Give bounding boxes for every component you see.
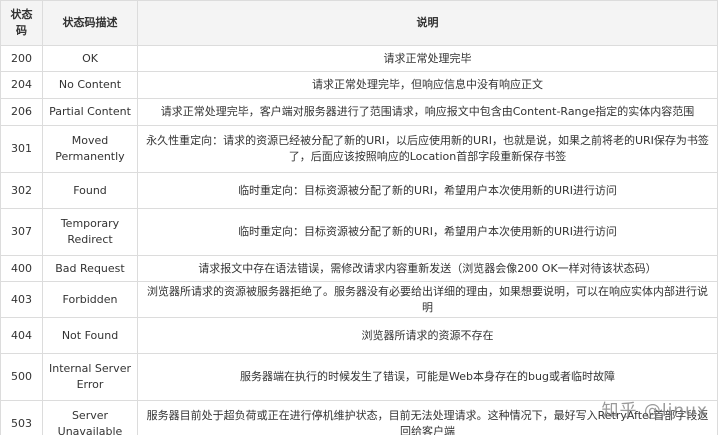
table-row: 400 Bad Request 请求报文中存在语法错误，需修改请求内容重新发送（… (0, 255, 718, 282)
header-description: 状态码描述 (42, 0, 138, 46)
cell-code: 206 (0, 98, 43, 126)
cell-code: 500 (0, 353, 43, 401)
status-code-table: 状态码 状态码描述 说明 200 OK 请求正常处理完毕 204 No Cont… (0, 0, 718, 435)
cell-explanation: 临时重定向：目标资源被分配了新的URI，希望用户本次使用新的URI进行访问 (137, 208, 718, 256)
cell-description: Bad Request (42, 255, 138, 282)
cell-code: 302 (0, 172, 43, 209)
cell-description: Not Found (42, 317, 138, 354)
page: 状态码 状态码描述 说明 200 OK 请求正常处理完毕 204 No Cont… (0, 0, 720, 435)
table-row: 301 Moved Permanently 永久性重定向：请求的资源已经被分配了… (0, 125, 718, 173)
cell-code: 400 (0, 255, 43, 282)
cell-code: 307 (0, 208, 43, 256)
header-explanation: 说明 (137, 0, 718, 46)
cell-explanation: 服务器目前处于超负荷或正在进行停机维护状态，目前无法处理请求。这种情况下，最好写… (137, 400, 718, 435)
cell-description: Found (42, 172, 138, 209)
cell-explanation: 请求报文中存在语法错误，需修改请求内容重新发送（浏览器会像200 OK一样对待该… (137, 255, 718, 282)
cell-description: Forbidden (42, 281, 138, 318)
cell-explanation: 永久性重定向：请求的资源已经被分配了新的URI，以后应使用新的URI，也就是说，… (137, 125, 718, 173)
cell-description: OK (42, 45, 138, 72)
cell-description: No Content (42, 71, 138, 99)
cell-code: 200 (0, 45, 43, 72)
cell-code: 503 (0, 400, 43, 435)
cell-explanation: 临时重定向：目标资源被分配了新的URI，希望用户本次使用新的URI进行访问 (137, 172, 718, 209)
table-row: 403 Forbidden 浏览器所请求的资源被服务器拒绝了。服务器没有必要给出… (0, 281, 718, 318)
cell-description: Partial Content (42, 98, 138, 126)
cell-code: 403 (0, 281, 43, 318)
table-row: 302 Found 临时重定向：目标资源被分配了新的URI，希望用户本次使用新的… (0, 172, 718, 209)
table-row: 307 Temporary Redirect 临时重定向：目标资源被分配了新的U… (0, 208, 718, 256)
cell-description: Moved Permanently (42, 125, 138, 173)
cell-description: Server Unavailable (42, 400, 138, 435)
cell-explanation: 请求正常处理完毕，但响应信息中没有响应正文 (137, 71, 718, 99)
table-row: 500 Internal Server Error 服务器端在执行的时候发生了错… (0, 353, 718, 401)
cell-code: 204 (0, 71, 43, 99)
cell-description: Temporary Redirect (42, 208, 138, 256)
table-row: 200 OK 请求正常处理完毕 (0, 45, 718, 72)
cell-explanation: 浏览器所请求的资源被服务器拒绝了。服务器没有必要给出详细的理由，如果想要说明，可… (137, 281, 718, 318)
cell-description: Internal Server Error (42, 353, 138, 401)
table-row: 503 Server Unavailable 服务器目前处于超负荷或正在进行停机… (0, 400, 718, 435)
cell-code: 301 (0, 125, 43, 173)
cell-explanation: 请求正常处理完毕，客户端对服务器进行了范围请求，响应报文中包含由Content-… (137, 98, 718, 126)
table-header-row: 状态码 状态码描述 说明 (0, 0, 718, 46)
cell-explanation: 服务器端在执行的时候发生了错误，可能是Web本身存在的bug或者临时故障 (137, 353, 718, 401)
table-row: 404 Not Found 浏览器所请求的资源不存在 (0, 317, 718, 354)
header-code: 状态码 (0, 0, 43, 46)
table-row: 204 No Content 请求正常处理完毕，但响应信息中没有响应正文 (0, 71, 718, 99)
cell-explanation: 浏览器所请求的资源不存在 (137, 317, 718, 354)
table-row: 206 Partial Content 请求正常处理完毕，客户端对服务器进行了范… (0, 98, 718, 126)
cell-explanation: 请求正常处理完毕 (137, 45, 718, 72)
cell-code: 404 (0, 317, 43, 354)
